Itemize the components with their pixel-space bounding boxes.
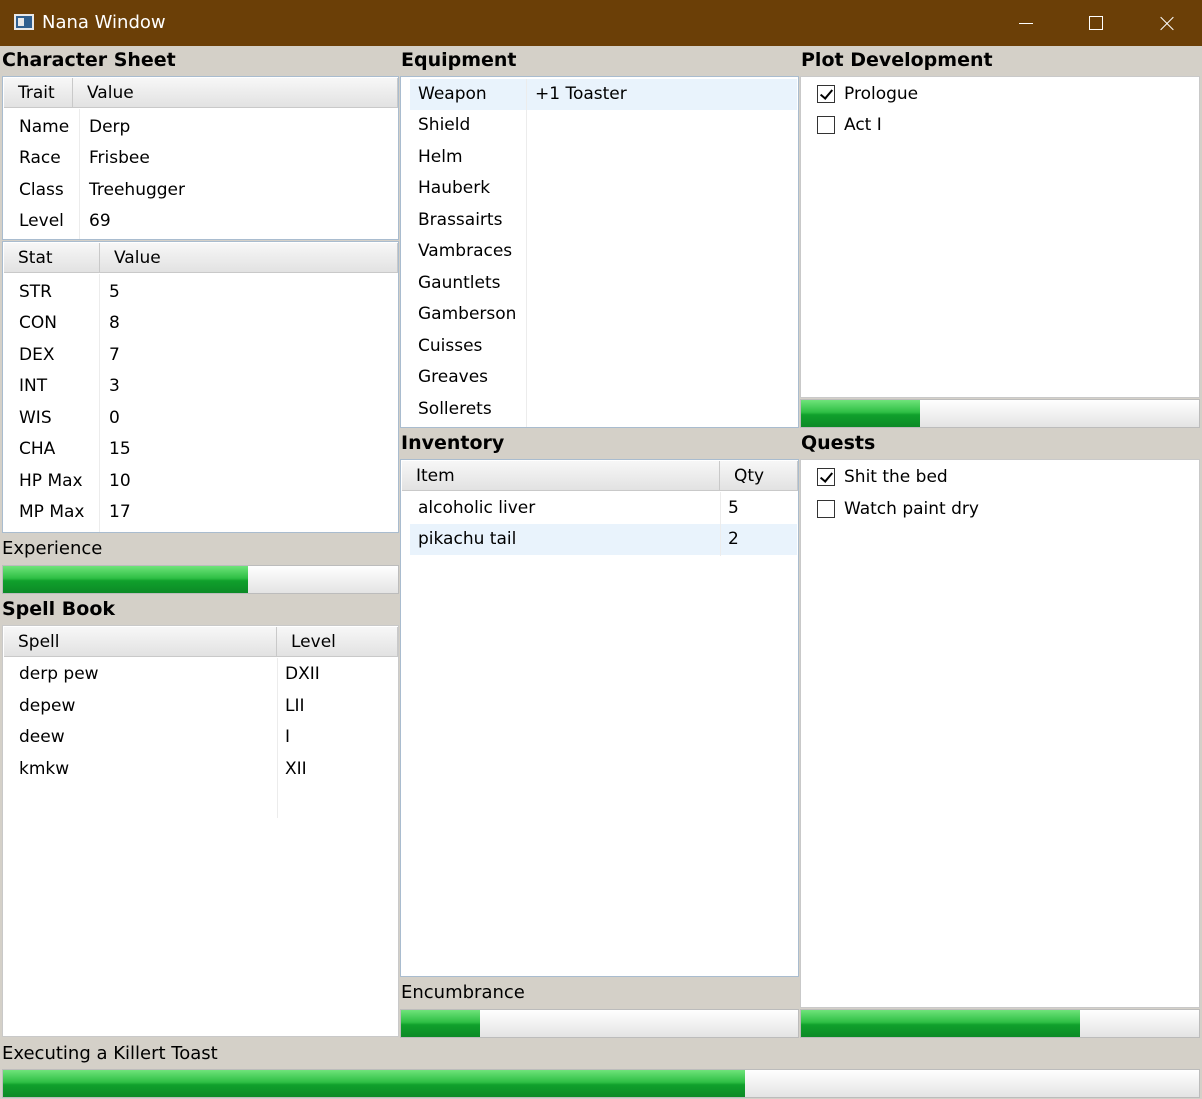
stat-name: CON	[19, 313, 57, 333]
inventory-table[interactable]: Item Qty alcoholic liver 5 pikachu tail …	[400, 459, 799, 977]
equipment-slot[interactable]: Gauntlets	[402, 268, 501, 299]
quest-item-label: Shit the bed	[844, 467, 948, 487]
column-header-qty[interactable]: Qty	[720, 461, 798, 491]
trait-value: Treehugger	[89, 180, 185, 200]
stats-table[interactable]: Stat Value STR 5 CON 8 DEX 7 INT 3 WIS 0…	[2, 241, 399, 533]
task-progress-bar	[2, 1069, 1200, 1098]
quests-progress-bar	[800, 1009, 1200, 1038]
equipment-slot[interactable]: Gamberson	[402, 299, 516, 330]
stat-value: 3	[109, 376, 120, 396]
spell-name: kmkw	[19, 759, 70, 779]
encumbrance-progress-fill	[401, 1010, 481, 1037]
trait-value: Derp	[89, 117, 131, 137]
column-header-item[interactable]: Item	[402, 461, 720, 491]
inventory-item: pikachu tail	[418, 529, 517, 549]
column-header-value[interactable]: Value	[100, 243, 398, 273]
spell-name: depew	[19, 696, 76, 716]
quest-item-label: Watch paint dry	[844, 499, 979, 519]
equipment-slot[interactable]: Vambraces	[402, 236, 512, 267]
quests-header: Quests	[799, 429, 1202, 459]
maximize-icon[interactable]	[1062, 0, 1130, 46]
minimize-icon[interactable]	[992, 0, 1060, 46]
spell-name: deew	[19, 727, 65, 747]
experience-label: Experience	[0, 534, 399, 564]
stat-name: MP Max	[19, 502, 85, 522]
title-bar: Nana Window	[0, 0, 1202, 46]
spell-level: I	[285, 727, 291, 747]
plot-progress-fill	[801, 400, 921, 427]
stat-value: 17	[109, 502, 131, 522]
equipment-header: Equipment	[399, 46, 799, 76]
plot-progress-bar	[800, 399, 1200, 428]
equipment-slot: Weapon	[418, 84, 487, 104]
plot-item-label: Prologue	[844, 84, 919, 104]
inventory-qty: 2	[728, 529, 739, 549]
app-window-icon	[14, 14, 34, 30]
inventory-qty: 5	[728, 498, 739, 518]
equipment-slot[interactable]: Brassairts	[402, 205, 502, 236]
plot-development-list[interactable]: Prologue Act I	[800, 76, 1200, 398]
column-header-spell[interactable]: Spell	[4, 627, 277, 657]
stat-value: 10	[109, 471, 131, 491]
inventory-header: Inventory	[399, 429, 799, 459]
task-status-label: Executing a Killert Toast	[0, 1039, 1202, 1069]
equipment-slot[interactable]: Cuisses	[402, 331, 482, 362]
encumbrance-progress-bar	[400, 1009, 799, 1038]
window-title: Nana Window	[42, 12, 166, 33]
stat-value: 15	[109, 439, 131, 459]
trait-name: Race	[19, 148, 61, 168]
inventory-item: alcoholic liver	[418, 498, 536, 518]
task-progress-fill	[3, 1070, 745, 1097]
traits-table[interactable]: Trait Value Name Derp Race Frisbee Class…	[2, 76, 399, 240]
quests-list[interactable]: Shit the bed Watch paint dry	[800, 459, 1200, 1008]
close-icon[interactable]	[1132, 0, 1200, 46]
column-header-value[interactable]: Value	[73, 78, 398, 108]
quests-progress-fill	[801, 1010, 1080, 1037]
stat-value: 7	[109, 345, 120, 365]
equipment-slot[interactable]: Sollerets	[402, 394, 492, 425]
stat-name: WIS	[19, 408, 52, 428]
equipment-slot[interactable]: Greaves	[402, 362, 488, 393]
experience-progress-fill	[3, 566, 248, 593]
equipment-slot[interactable]: Helm	[402, 142, 463, 173]
trait-name: Class	[19, 180, 64, 200]
equipment-item: +1 Toaster	[535, 84, 627, 104]
stat-name: HP Max	[19, 471, 83, 491]
plot-item-label: Act I	[844, 115, 882, 135]
stat-value: 5	[109, 282, 120, 302]
spell-level: DXII	[285, 664, 320, 684]
stat-name: INT	[19, 376, 48, 396]
stat-value: 8	[109, 313, 120, 333]
stat-name: STR	[19, 282, 52, 302]
character-sheet-header: Character Sheet	[0, 46, 399, 76]
column-divider	[526, 79, 527, 427]
spell-name: derp pew	[19, 664, 99, 684]
checkbox-checked[interactable]	[817, 468, 835, 486]
spell-book-header: Spell Book	[0, 595, 399, 625]
trait-value: 69	[89, 211, 111, 231]
stat-name: CHA	[19, 439, 56, 459]
experience-progress-bar	[2, 565, 399, 594]
trait-value: Frisbee	[89, 148, 150, 168]
trait-name: Level	[19, 211, 64, 231]
column-header-level[interactable]: Level	[277, 627, 398, 657]
checkbox-unchecked[interactable]	[817, 500, 835, 518]
equipment-list[interactable]: Weapon +1 Toaster Shield Helm Hauberk Br…	[400, 76, 799, 428]
encumbrance-label: Encumbrance	[399, 978, 799, 1008]
spell-book-table[interactable]: Spell Level derp pew DXII depew LII deew…	[2, 625, 399, 1037]
trait-name: Name	[19, 117, 70, 137]
checkbox-checked[interactable]	[817, 85, 835, 103]
checkbox-unchecked[interactable]	[817, 116, 835, 134]
equipment-slot[interactable]: Shield	[402, 110, 470, 141]
stat-name: DEX	[19, 345, 55, 365]
column-header-stat[interactable]: Stat	[4, 243, 100, 273]
column-header-trait[interactable]: Trait	[4, 78, 73, 108]
spell-level: XII	[285, 759, 307, 779]
spell-level: LII	[285, 696, 305, 716]
equipment-slot[interactable]: Hauberk	[402, 173, 490, 204]
plot-development-header: Plot Development	[799, 46, 1202, 76]
stat-value: 0	[109, 408, 120, 428]
